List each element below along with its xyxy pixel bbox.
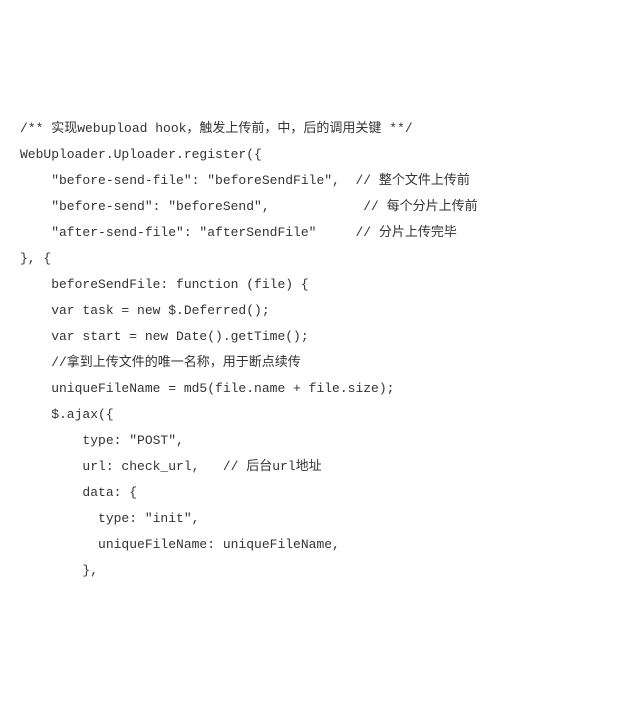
code-line: "before-send": "beforeSend", // 每个分片上传前 — [20, 194, 617, 220]
code-line: "after-send-file": "afterSendFile" // 分片… — [20, 220, 617, 246]
code-line: uniqueFileName: uniqueFileName, — [20, 532, 617, 558]
code-line: url: check_url, // 后台url地址 — [20, 454, 617, 480]
code-line: beforeSendFile: function (file) { — [20, 272, 617, 298]
code-line: $.ajax({ — [20, 402, 617, 428]
code-line: }, — [20, 558, 617, 584]
code-line: var task = new $.Deferred(); — [20, 298, 617, 324]
code-line: type: "init", — [20, 506, 617, 532]
code-line: "before-send-file": "beforeSendFile", //… — [20, 168, 617, 194]
code-line: data: { — [20, 480, 617, 506]
code-line: var start = new Date().getTime(); — [20, 324, 617, 350]
code-line: /** 实现webupload hook，触发上传前，中，后的调用关键 **/ — [20, 116, 617, 142]
code-line: type: "POST", — [20, 428, 617, 454]
code-line: WebUploader.Uploader.register({ — [20, 142, 617, 168]
code-block: /** 实现webupload hook，触发上传前，中，后的调用关键 **/W… — [20, 116, 617, 584]
code-line: }, { — [20, 246, 617, 272]
code-line: //拿到上传文件的唯一名称，用于断点续传 — [20, 350, 617, 376]
code-line: uniqueFileName = md5(file.name + file.si… — [20, 376, 617, 402]
